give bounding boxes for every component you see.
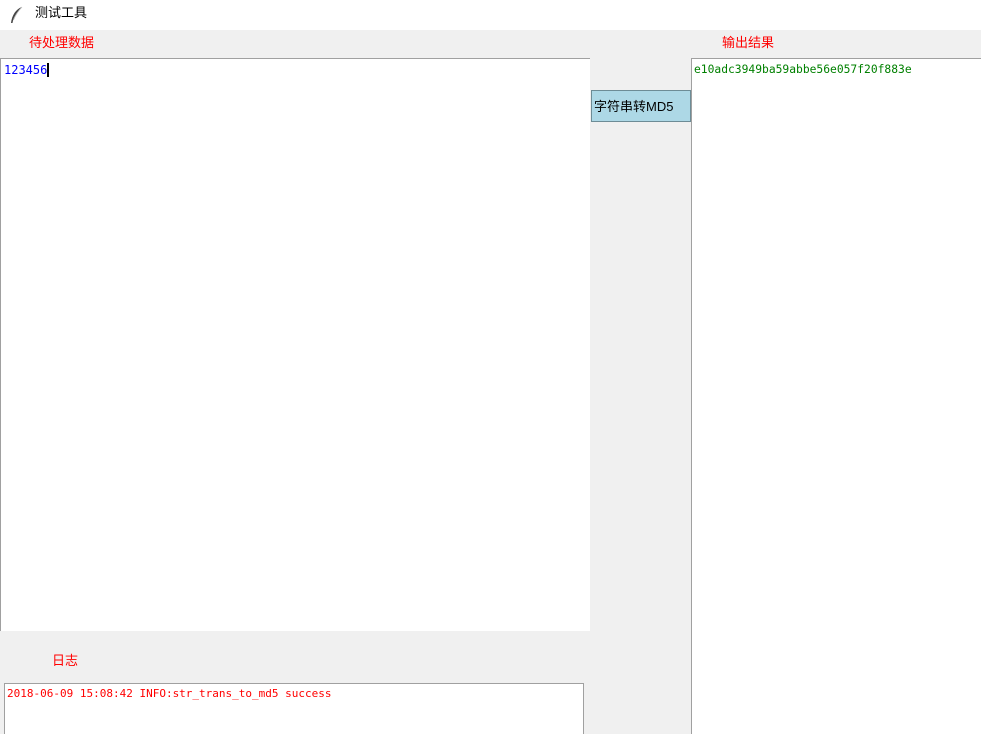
output-text-area[interactable]: e10adc3949ba59abbe56e057f20f883e <box>691 58 981 734</box>
output-text-value: e10adc3949ba59abbe56e057f20f883e <box>694 63 912 76</box>
window-title: 测试工具 <box>35 6 88 21</box>
input-text-value: 123456 <box>4 63 50 77</box>
title-bar: 测试工具 <box>0 0 981 30</box>
log-line: 2018-06-09 15:08:42 INFO:str_trans_to_md… <box>7 687 332 700</box>
input-label: 待处理数据 <box>29 36 95 51</box>
str-to-md5-button[interactable]: 字符串转MD5 <box>591 90 691 122</box>
feather-icon <box>10 6 24 24</box>
log-label: 日志 <box>52 654 79 669</box>
input-text-area[interactable]: 123456 <box>0 58 590 631</box>
text-cursor <box>47 63 50 77</box>
log-text-area[interactable]: 2018-06-09 15:08:42 INFO:str_trans_to_md… <box>4 683 584 734</box>
input-text-content: 123456 <box>4 63 48 77</box>
output-label: 输出结果 <box>722 36 775 51</box>
